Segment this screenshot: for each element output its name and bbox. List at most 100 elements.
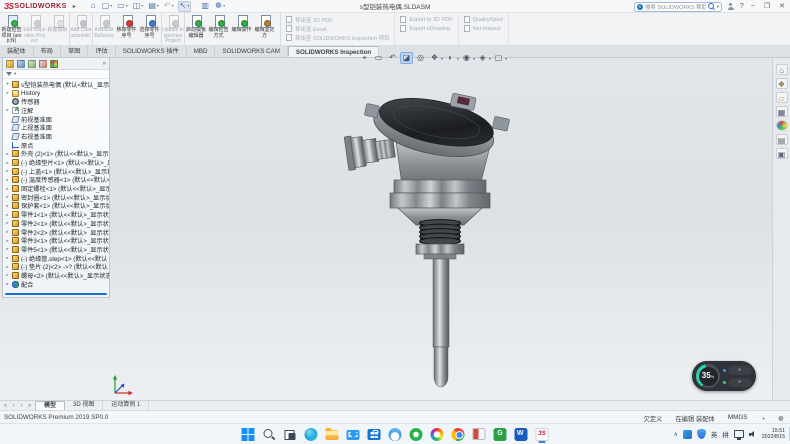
task-pane-icon[interactable] <box>776 134 788 145</box>
tree-expand-arrow[interactable]: ▸ <box>5 151 10 157</box>
export-item[interactable]: 导出至 Excel <box>286 24 389 33</box>
taskbar-clock[interactable]: 15:51 2022/8/15 <box>762 428 785 441</box>
tray-app-icon[interactable] <box>683 430 692 439</box>
hud-tool[interactable]: ▾ <box>460 52 475 64</box>
tree-expand-arrow[interactable]: ▸ <box>5 255 10 261</box>
ribbon-button[interactable]: Edit Inspection Project <box>23 13 46 45</box>
tree-item[interactable]: ▸ 螺母<2> (默认<<默认>_显示状态 <box>3 271 109 280</box>
command-tab[interactable]: SOLIDWORKS 插件 <box>116 46 187 57</box>
taskbar-app-icon[interactable] <box>472 426 487 442</box>
tree-expand-arrow[interactable]: ▸ <box>5 212 10 218</box>
tree-expand-arrow[interactable]: ▸ <box>5 229 10 235</box>
hud-dropdown-caret[interactable]: ▾ <box>505 56 507 61</box>
tree-item[interactable]: ▸ 零件5<1> (默认<<默认>_显示状 <box>3 245 109 254</box>
search-icon[interactable] <box>708 3 715 10</box>
tree-expand-arrow[interactable]: ▸ <box>5 194 10 200</box>
ribbon-button[interactable]: 编辑鉴定方 <box>253 13 276 45</box>
export-item[interactable]: 导出至 SOLIDWORKS Inspection 项目 <box>286 33 389 42</box>
ribbon-button[interactable]: 编辑操作 <box>230 13 253 45</box>
tree-item[interactable]: 上视基准面 <box>3 123 109 132</box>
panel-tab-icon[interactable] <box>50 60 58 68</box>
unit-system-caret[interactable]: ▾ <box>762 416 764 422</box>
ribbon-button[interactable]: 编辑检查方式 <box>207 13 230 45</box>
command-tab[interactable]: 草图 <box>61 46 88 57</box>
tree-expand-arrow[interactable]: ▸ <box>5 272 10 278</box>
task-pane-icon[interactable] <box>776 106 788 117</box>
quick-access-button[interactable]: ▾ <box>147 1 160 12</box>
hud-tool[interactable] <box>358 52 371 64</box>
quick-access-button[interactable]: ▾ <box>214 1 226 12</box>
export-item[interactable]: Net-Inspect <box>464 24 503 33</box>
hud-tool-icon[interactable] <box>428 52 441 64</box>
tray-display-icon[interactable] <box>734 430 744 438</box>
task-pane-icon[interactable] <box>776 148 788 159</box>
task-pane-icon[interactable] <box>776 78 788 89</box>
taskbar-app-icon[interactable] <box>304 426 319 442</box>
taskbar-app-icon[interactable] <box>346 426 361 442</box>
model-tab[interactable]: 模型 <box>35 401 65 410</box>
taskbar-app-icon[interactable] <box>493 426 508 442</box>
hud-tool-icon[interactable] <box>444 52 457 64</box>
task-pane-icon[interactable] <box>776 92 788 103</box>
tree-item[interactable]: ▸ 注解 <box>3 106 109 115</box>
taskbar-app-icon[interactable] <box>367 426 382 442</box>
tree-expand-arrow[interactable]: ▸ <box>5 246 10 252</box>
help-search-box[interactable]: 搜索 SOLIDWORKS 帮助 ▾ <box>634 2 722 12</box>
ribbon-button[interactable]: 启动模板编辑器 <box>184 13 207 45</box>
panel-tab-icon[interactable] <box>28 60 36 68</box>
tree-filter-row[interactable]: ▾ <box>3 70 109 79</box>
help-button[interactable]: ? <box>740 3 744 10</box>
tree-item[interactable]: ▸ (-) 上盖<1> (默认<<默认>_显示状 <box>3 167 109 176</box>
minimize-button[interactable]: − <box>749 0 757 13</box>
hud-tool-icon[interactable] <box>476 52 489 64</box>
command-tab[interactable]: 布局 <box>34 46 61 57</box>
export-item[interactable]: 导出至 2D PDF <box>286 15 389 24</box>
hud-tool[interactable]: ▾ <box>428 52 443 64</box>
hud-tool[interactable] <box>372 52 385 64</box>
user-account-icon[interactable] <box>727 3 735 11</box>
tree-expand-arrow[interactable]: ▸ <box>5 177 10 183</box>
hud-tool-icon[interactable] <box>372 52 385 64</box>
taskbar-app-icon[interactable] <box>535 426 550 442</box>
tree-item[interactable]: ▸ History <box>3 89 109 98</box>
tree-item[interactable]: ▸ 外壳 (2)<1> (默认<<默认>_显示状 <box>3 150 109 159</box>
taskbar-app-icon[interactable] <box>241 426 256 442</box>
tree-expand-arrow[interactable]: ▸ <box>5 168 10 174</box>
tree-item[interactable]: ▸ 零件3<1> (默认<<默认>_显示状 <box>3 236 109 245</box>
export-item[interactable]: Export eDrawing <box>400 24 452 33</box>
model-tabs-nav-arrow[interactable]: « <box>2 403 9 409</box>
taskbar-app-icon[interactable] <box>451 426 466 442</box>
widget-button-bottom[interactable]: » <box>728 378 752 387</box>
rollback-bar[interactable] <box>5 293 107 295</box>
tree-item[interactable]: ▸ (-) 垫片 (2)<2> ->? (默认<<默认 <box>3 262 109 271</box>
task-pane-icon[interactable] <box>776 64 788 75</box>
hud-tool[interactable]: ▾ <box>492 52 507 64</box>
export-item[interactable]: QualityXpert <box>464 15 503 24</box>
quick-access-button[interactable] <box>90 1 98 12</box>
taskbar-app-icon[interactable] <box>283 426 298 442</box>
task-pane-icon[interactable] <box>776 120 788 131</box>
hud-tool-icon[interactable] <box>358 52 371 64</box>
model-tabs-nav-arrow[interactable]: ‹ <box>10 403 17 409</box>
quick-access-button[interactable]: ▾ <box>132 1 145 12</box>
hud-tool[interactable] <box>414 52 427 64</box>
tree-expand-arrow[interactable]: ▸ <box>5 220 10 226</box>
tree-item[interactable]: ▸ 零件2<2> (默认<<默认>_显示状 <box>3 228 109 237</box>
ribbon-button[interactable]: 新建检查项目 (amp;N) <box>0 13 23 45</box>
tree-item[interactable]: 传感器 <box>3 97 109 106</box>
ribbon-button[interactable]: 新建模板 <box>46 13 69 45</box>
model-tabs-nav-arrow[interactable]: › <box>18 403 25 409</box>
tree-item[interactable]: ▸ 零件1<1> (默认<<默认>_显示状态 <box>3 210 109 219</box>
taskbar-app-icon[interactable] <box>262 426 277 442</box>
close-button[interactable]: ✕ <box>777 0 787 13</box>
hud-tool-icon[interactable] <box>460 52 473 64</box>
model-tab[interactable]: 运动算例 1 <box>103 401 149 410</box>
search-caret-icon[interactable]: ▾ <box>717 4 719 10</box>
hud-tool-icon[interactable] <box>400 52 413 64</box>
tree-expand-arrow[interactable]: ▸ <box>5 160 10 166</box>
tree-item[interactable]: 原点 <box>3 141 109 150</box>
model-tab[interactable]: 3D 视图 <box>65 401 103 410</box>
panel-tab-icon[interactable] <box>17 60 25 68</box>
hud-dropdown-caret[interactable]: ▾ <box>457 56 459 61</box>
tree-item[interactable]: ▸ 配合 <box>3 280 109 289</box>
